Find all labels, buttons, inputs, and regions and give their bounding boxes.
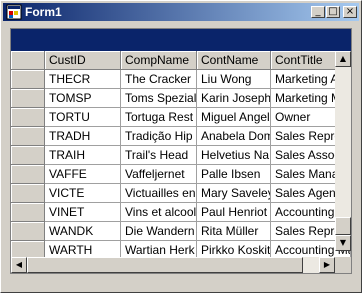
table-cell[interactable]: Die Wandern: [121, 222, 197, 241]
table-cell[interactable]: Rita Müller: [197, 222, 271, 241]
form-window: Form1 _ □ × CustID CompName ContName ContTi…: [0, 0, 362, 293]
table-cell[interactable]: Liu Wong: [197, 70, 271, 89]
minimize-button[interactable]: _: [311, 6, 325, 18]
row-header[interactable]: [11, 165, 45, 184]
table-cell[interactable]: Karin Joseph: [197, 89, 271, 108]
table-cell[interactable]: TORTU: [45, 108, 121, 127]
table-cell[interactable]: TRAIH: [45, 146, 121, 165]
app-icon: [6, 4, 22, 20]
table-cell[interactable]: Toms Spezial: [121, 89, 197, 108]
table-cell[interactable]: Palle Ibsen: [197, 165, 271, 184]
vertical-scroll-thumb[interactable]: [335, 217, 351, 235]
column-header[interactable]: ContName: [197, 51, 271, 70]
table-cell[interactable]: Vins et alcool: [121, 203, 197, 222]
table-cell[interactable]: VAFFE: [45, 165, 121, 184]
table-cell[interactable]: The Cracker: [121, 70, 197, 89]
horizontal-scrollbar[interactable]: ◀ ▶: [11, 257, 335, 273]
row-header[interactable]: [11, 222, 45, 241]
maximize-button[interactable]: □: [326, 6, 340, 18]
horizontal-scroll-thumb[interactable]: [27, 257, 303, 273]
table-cell[interactable]: Anabela Dom: [197, 127, 271, 146]
table-cell[interactable]: Paul Henriot: [197, 203, 271, 222]
table-cell[interactable]: Tortuga Rest: [121, 108, 197, 127]
title-bar[interactable]: Form1 _ □ ×: [3, 3, 359, 21]
scroll-down-button[interactable]: ▼: [335, 235, 351, 251]
scroll-up-button[interactable]: ▲: [335, 51, 351, 67]
table-cell[interactable]: Tradição Hip: [121, 127, 197, 146]
row-header[interactable]: [11, 70, 45, 89]
table-cell[interactable]: Helvetius Na: [197, 146, 271, 165]
column-header[interactable]: CustID: [45, 51, 121, 70]
table-cell[interactable]: VINET: [45, 203, 121, 222]
table-cell[interactable]: VICTE: [45, 184, 121, 203]
row-header[interactable]: [11, 89, 45, 108]
table-cell[interactable]: THECR: [45, 70, 121, 89]
header-corner: [11, 51, 45, 70]
table-cell[interactable]: Miguel Angel: [197, 108, 271, 127]
table-cell[interactable]: TRADH: [45, 127, 121, 146]
scroll-left-button[interactable]: ◀: [11, 257, 27, 273]
row-header[interactable]: [11, 203, 45, 222]
scrollbar-corner: [335, 257, 351, 273]
table-cell[interactable]: Mary Saveley: [197, 184, 271, 203]
table-cell[interactable]: Vaffeljernet: [121, 165, 197, 184]
row-header[interactable]: [11, 146, 45, 165]
table-cell[interactable]: Victuailles en: [121, 184, 197, 203]
table-cell[interactable]: TOMSP: [45, 89, 121, 108]
close-button[interactable]: ×: [343, 6, 357, 18]
table-cell[interactable]: WANDK: [45, 222, 121, 241]
row-header[interactable]: [11, 127, 45, 146]
window-title: Form1: [25, 5, 62, 19]
grid-caption-bar: [11, 29, 351, 51]
data-grid[interactable]: CustID CompName ContName ContTitle THECR The …: [10, 28, 352, 274]
vertical-scrollbar[interactable]: ▲ ▼: [335, 51, 351, 251]
row-header[interactable]: [11, 184, 45, 203]
scroll-right-button[interactable]: ▶: [319, 257, 335, 273]
row-header[interactable]: [11, 108, 45, 127]
column-header[interactable]: CompName: [121, 51, 197, 70]
table-cell[interactable]: Trail's Head: [121, 146, 197, 165]
